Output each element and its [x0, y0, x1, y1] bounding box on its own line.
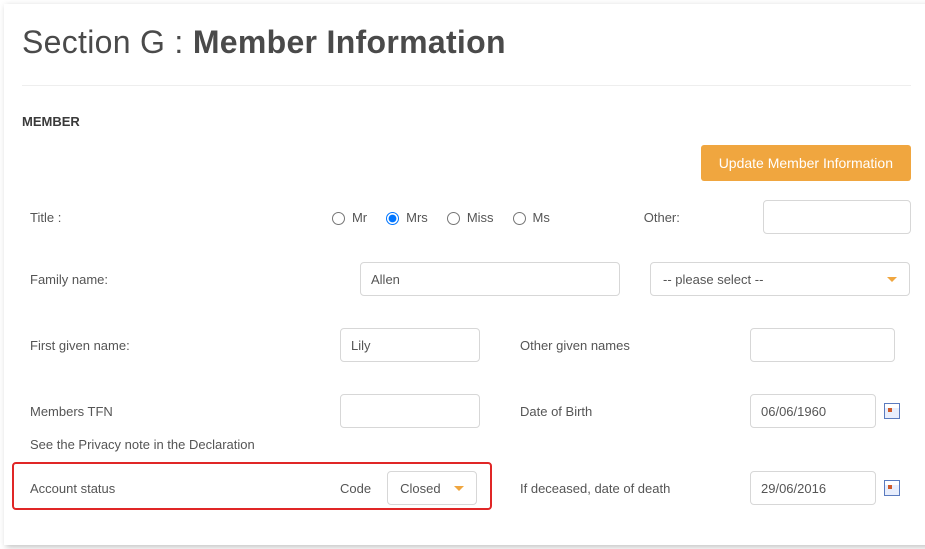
label-family-name: Family name:	[30, 272, 360, 287]
label-title: Title :	[30, 210, 327, 225]
chevron-down-icon	[887, 277, 897, 282]
account-status-select[interactable]: Closed	[387, 471, 477, 505]
radio-ms[interactable]: Ms	[508, 209, 550, 225]
row-tfn-dob: Members TFN Date of Birth	[22, 389, 911, 433]
member-heading: MEMBER	[22, 114, 911, 129]
label-members-tfn: Members TFN	[30, 404, 340, 419]
radio-mr-input[interactable]	[332, 212, 345, 225]
title-radio-group-container: Mr Mrs Miss Ms	[327, 209, 644, 225]
page-title: Section G : Member Information	[22, 24, 911, 61]
account-status-value: Closed	[400, 481, 440, 496]
radio-miss[interactable]: Miss	[442, 209, 494, 225]
divider	[22, 85, 911, 86]
dob-wrap	[750, 394, 900, 428]
radio-miss-input[interactable]	[447, 212, 460, 225]
radio-mrs[interactable]: Mrs	[381, 209, 428, 225]
other-title-wrap	[763, 200, 911, 234]
row-first-given: First given name: Other given names	[22, 323, 911, 367]
update-row: Update Member Information	[22, 145, 911, 181]
family-name-input[interactable]	[360, 262, 620, 296]
family-select-value: -- please select --	[663, 272, 763, 287]
radio-ms-label: Ms	[533, 210, 550, 225]
chevron-down-icon	[454, 486, 464, 491]
family-select-wrap: -- please select --	[620, 262, 910, 296]
label-code: Code	[340, 481, 371, 496]
row-account-status: Account status Code Closed If deceased, …	[22, 466, 911, 510]
radio-mr[interactable]: Mr	[327, 209, 367, 225]
title-radio-group: Mr Mrs Miss Ms	[327, 209, 644, 225]
first-given-input[interactable]	[340, 328, 480, 362]
members-tfn-input[interactable]	[340, 394, 480, 428]
radio-mrs-input[interactable]	[386, 212, 399, 225]
calendar-icon[interactable]	[884, 403, 900, 419]
other-title-input[interactable]	[763, 200, 911, 234]
label-other-given: Other given names	[520, 338, 750, 353]
label-account-status: Account status	[30, 481, 340, 496]
other-given-input[interactable]	[750, 328, 895, 362]
row-family-name: Family name: -- please select --	[22, 257, 911, 301]
calendar-icon[interactable]	[884, 480, 900, 496]
page-title-prefix: Section G :	[22, 24, 184, 60]
row-title: Title : Mr Mrs Miss Ms	[22, 195, 911, 239]
label-dod: If deceased, date of death	[520, 481, 750, 496]
dod-input[interactable]	[750, 471, 876, 505]
radio-miss-label: Miss	[467, 210, 494, 225]
privacy-note: See the Privacy note in the Declaration	[22, 433, 911, 462]
family-name-wrap	[360, 262, 620, 296]
page-title-heavy: Member Information	[193, 24, 506, 60]
label-first-given: First given name:	[30, 338, 340, 353]
label-other: Other:	[644, 210, 763, 225]
radio-mrs-label: Mrs	[406, 210, 428, 225]
account-status-wrap: Code Closed	[340, 471, 520, 505]
other-given-wrap	[750, 328, 900, 362]
members-tfn-wrap	[340, 394, 520, 428]
dob-input[interactable]	[750, 394, 876, 428]
radio-mr-label: Mr	[352, 210, 367, 225]
first-given-wrap	[340, 328, 520, 362]
update-member-info-button[interactable]: Update Member Information	[701, 145, 911, 181]
member-information-form: Section G : Member Information MEMBER Up…	[4, 4, 925, 545]
family-select[interactable]: -- please select --	[650, 262, 910, 296]
label-dob: Date of Birth	[520, 404, 750, 419]
radio-ms-input[interactable]	[513, 212, 526, 225]
dod-wrap	[750, 471, 900, 505]
